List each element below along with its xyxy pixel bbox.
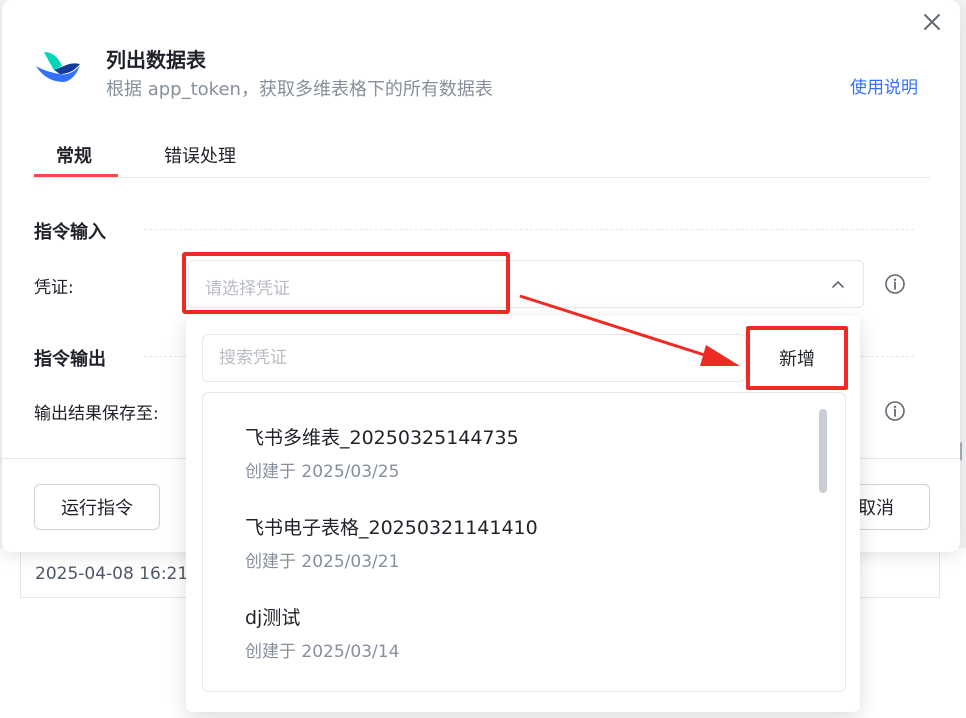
chevron-up-icon bbox=[832, 281, 844, 288]
credential-created: 创建于 2025/03/21 bbox=[245, 552, 400, 572]
feishu-bitable-logo bbox=[36, 52, 80, 82]
credential-name: dj测试 bbox=[245, 607, 301, 629]
credential-name: 飞书多维表_20250325144735 bbox=[245, 427, 519, 449]
credential-list: 飞书多维表_20250325144735 创建于 2025/03/25 飞书电子… bbox=[202, 392, 846, 692]
row-timestamp: 2025-04-08 16:21 bbox=[35, 564, 189, 584]
tab-bar: 常规 错误处理 bbox=[32, 134, 930, 178]
credential-label: 凭证: bbox=[34, 278, 74, 298]
dialog-title: 列出数据表 bbox=[106, 48, 206, 72]
add-credential-button[interactable]: 新增 bbox=[746, 326, 848, 390]
credential-name: 飞书电子表格_20250321141410 bbox=[245, 517, 538, 539]
list-item[interactable]: 飞书电子表格_20250321141410 创建于 2025/03/21 bbox=[203, 513, 813, 603]
output-section-title: 指令输出 bbox=[34, 349, 106, 370]
list-item[interactable]: 飞书多维表_20250325144735 创建于 2025/03/25 bbox=[203, 423, 813, 513]
active-tab-indicator bbox=[34, 174, 118, 177]
info-icon[interactable] bbox=[884, 400, 906, 422]
background-edge-fragment: | bbox=[958, 440, 965, 461]
run-command-button[interactable]: 运行指令 bbox=[34, 484, 160, 530]
section-divider bbox=[144, 229, 914, 230]
credential-select[interactable]: 请选择凭证 bbox=[188, 260, 864, 308]
credential-created: 创建于 2025/03/14 bbox=[245, 642, 400, 662]
tab-general[interactable]: 常规 bbox=[56, 142, 92, 168]
help-link[interactable]: 使用说明 bbox=[850, 73, 918, 98]
save-to-label: 输出结果保存至: bbox=[34, 404, 159, 424]
credential-placeholder: 请选择凭证 bbox=[205, 279, 290, 299]
credential-search-input[interactable] bbox=[202, 334, 746, 382]
scrollbar-thumb[interactable] bbox=[819, 409, 827, 493]
credential-dropdown: 新增 飞书多维表_20250325144735 创建于 2025/03/25 飞… bbox=[186, 316, 860, 712]
list-item[interactable]: dj测试 创建于 2025/03/14 bbox=[203, 603, 813, 691]
tab-error-handling[interactable]: 错误处理 bbox=[164, 142, 236, 168]
credential-created: 创建于 2025/03/25 bbox=[245, 462, 400, 482]
close-icon[interactable] bbox=[920, 10, 944, 34]
info-icon[interactable] bbox=[884, 273, 906, 295]
input-section-title: 指令输入 bbox=[34, 222, 106, 243]
dialog-subtitle: 根据 app_token，获取多维表格下的所有数据表 bbox=[106, 79, 493, 100]
